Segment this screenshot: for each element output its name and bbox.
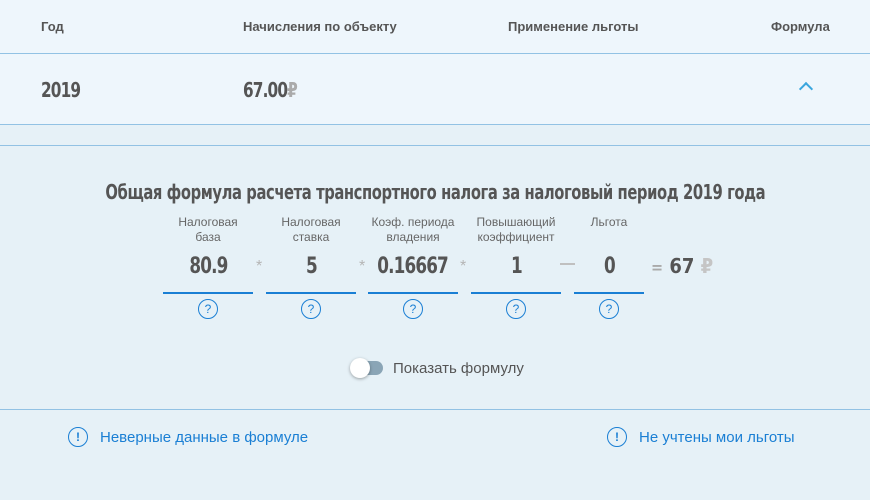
field-value[interactable]: 0.16667 (368, 254, 458, 284)
header-accruals: Начисления по объекту (243, 19, 397, 34)
field-benefit: Льгота 0 ? (574, 215, 644, 319)
benefits-missing-link[interactable]: ! Не учтены мои льготы (607, 427, 795, 447)
help-icon[interactable]: ? (506, 299, 526, 319)
row-amount: 67.00₽ (243, 78, 298, 102)
field-label: Коэф. периода владения (371, 215, 455, 244)
field-label: Льгота (590, 215, 628, 229)
header-formula: Формула (771, 19, 830, 34)
field-label: Повышающий коэффициент (476, 215, 556, 244)
formula-result: = 67 ₽ (651, 254, 713, 278)
operator-multiply: * (460, 258, 467, 275)
divider (0, 409, 870, 410)
field-underline (368, 292, 458, 294)
field-tax-rate: Налоговая ставка 5 ? (266, 215, 356, 319)
ruble-icon: ₽ (287, 78, 298, 102)
field-value[interactable]: 80.9 (163, 254, 253, 284)
exclamation-circle-icon: ! (68, 427, 88, 447)
help-icon[interactable]: ? (301, 299, 321, 319)
operator-multiply: * (256, 258, 263, 275)
table-row[interactable]: 2019 67.00₽ (0, 54, 870, 125)
amount-value: 67.00 (243, 78, 288, 102)
wrong-data-link[interactable]: ! Неверные данные в формуле (68, 427, 308, 447)
header-benefit: Применение льготы (508, 19, 639, 34)
operator-multiply: * (359, 258, 366, 275)
field-label: Налоговая ставка (281, 215, 341, 244)
field-value[interactable]: 5 (266, 254, 356, 284)
ruble-icon: ₽ (700, 254, 714, 278)
help-icon[interactable]: ? (599, 299, 619, 319)
field-value[interactable]: 0 (574, 254, 644, 284)
operator-minus (560, 263, 575, 265)
wrong-data-label[interactable]: Неверные данные в формуле (100, 429, 308, 446)
divider (0, 145, 870, 146)
field-ownership-coefficient: Коэф. периода владения 0.16667 ? (368, 215, 458, 319)
equals-sign: = (651, 258, 664, 277)
exclamation-circle-icon: ! (607, 427, 627, 447)
help-icon[interactable]: ? (403, 299, 423, 319)
chevron-up-icon[interactable] (798, 81, 814, 97)
field-tax-base: Налоговая база 80.9 ? (163, 215, 253, 319)
field-underline (471, 292, 561, 294)
formula-title: Общая формула расчета транспортного нало… (105, 180, 765, 204)
benefits-missing-label[interactable]: Не учтены мои льготы (639, 429, 795, 446)
toggle-knob (350, 358, 370, 378)
field-value[interactable]: 1 (471, 254, 561, 284)
table-header: Год Начисления по объекту Применение льг… (0, 0, 870, 54)
field-underline (266, 292, 356, 294)
field-increasing-coefficient: Повышающий коэффициент 1 ? (471, 215, 561, 319)
show-formula-toggle[interactable] (350, 358, 383, 378)
row-year: 2019 (41, 78, 81, 102)
help-icon[interactable]: ? (198, 299, 218, 319)
field-underline (163, 292, 253, 294)
result-value: 67 (669, 254, 695, 278)
field-label: Налоговая база (178, 215, 238, 244)
header-year: Год (41, 19, 64, 34)
show-formula-label[interactable]: Показать формулу (393, 360, 524, 377)
field-underline (574, 292, 644, 294)
